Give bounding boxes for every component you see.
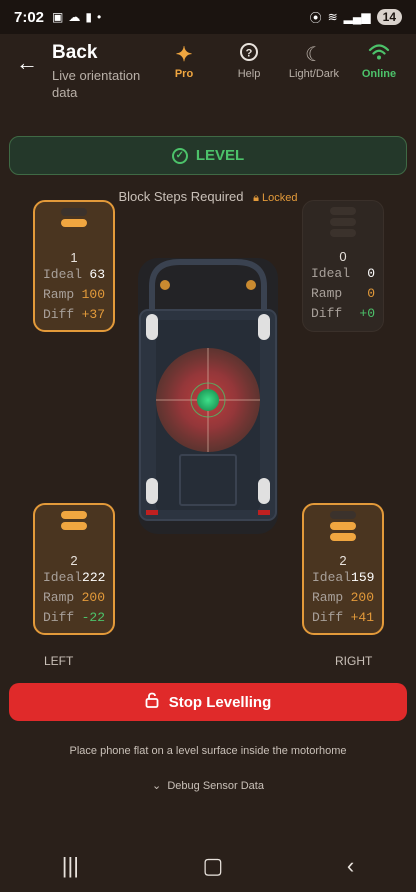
pro-label: Pro xyxy=(174,68,194,80)
app-header: ← Back Live orientation data ✦ Pro ? Hel… xyxy=(0,34,416,114)
system-icons: ⦿ ≋ ▂▄▆ 14 xyxy=(310,9,402,26)
block-stack xyxy=(303,205,383,247)
back-arrow-icon[interactable]: ← xyxy=(16,50,38,76)
diff-value: +41 xyxy=(350,610,374,625)
wheel-card-front-left[interactable]: 1 Ideal 63 Ramp 100 Diff +37 xyxy=(33,200,115,332)
block-steps-label: Block Steps Required xyxy=(118,189,244,204)
pro-button[interactable]: ✦ Pro xyxy=(149,42,219,80)
wheel-card-rear-right[interactable]: 2 Ideal 159 Ramp 200 Diff +41 xyxy=(302,503,384,635)
moon-icon: ☾ xyxy=(305,44,323,66)
diff-label: Diff xyxy=(43,307,75,322)
online-status-button[interactable]: Online xyxy=(344,42,414,80)
unlock-icon xyxy=(145,692,159,712)
cloud-icon: ☁ xyxy=(68,10,81,24)
recents-icon[interactable]: ||| xyxy=(62,853,79,879)
svg-text:?: ? xyxy=(246,48,253,60)
ramp-label: Ramp xyxy=(43,287,75,302)
block-stack xyxy=(304,509,382,551)
ideal-value: 222 xyxy=(82,570,106,585)
sparkle-icon: ✦ xyxy=(175,44,193,66)
ideal-label: Ideal xyxy=(312,570,352,585)
locked-badge[interactable]: 🔒︎ Locked xyxy=(253,192,297,204)
ramp-label: Ramp xyxy=(311,286,343,301)
chevron-down-icon: ⌄ xyxy=(152,780,162,792)
help-icon: ? xyxy=(214,42,284,68)
locked-label: Locked xyxy=(262,192,298,204)
theme-label: Light/Dark xyxy=(288,68,340,80)
dot-icon: • xyxy=(96,10,102,24)
ramp-value: 200 xyxy=(81,590,105,605)
ideal-value: 159 xyxy=(351,570,375,585)
battery-badge: 14 xyxy=(376,9,402,25)
wifi-icon xyxy=(344,42,414,68)
vehicle-diagram xyxy=(138,258,278,534)
page-title[interactable]: Back xyxy=(52,42,97,64)
notification-icons: ▣ ☁ ▮ • xyxy=(52,10,101,24)
diff-value: -22 xyxy=(81,610,105,625)
help-button[interactable]: ? Help xyxy=(214,42,284,80)
lock-icon: 🔒︎ xyxy=(253,192,259,204)
back-nav-icon[interactable]: ‹ xyxy=(347,853,354,879)
wifi-status-icon: ≋ xyxy=(327,10,338,24)
level-status-label: LEVEL xyxy=(195,147,245,164)
block-count: 0 xyxy=(339,249,347,264)
diff-label: Diff xyxy=(312,610,344,625)
right-side-label: RIGHT xyxy=(335,654,373,668)
status-bar: 7:02 ▣ ☁ ▮ • ⦿ ≋ ▂▄▆ 14 xyxy=(0,0,416,34)
block-stack xyxy=(35,509,113,551)
stop-levelling-button[interactable]: Stop Levelling xyxy=(9,683,407,721)
ideal-label: Ideal xyxy=(43,570,83,585)
ideal-label: Ideal xyxy=(311,266,351,281)
block-count: 2 xyxy=(70,553,78,568)
diff-value: +37 xyxy=(81,307,105,322)
system-nav-bar: ||| ▢ ‹ xyxy=(0,840,416,892)
ideal-value: 0 xyxy=(367,266,375,281)
ideal-value: 63 xyxy=(89,267,105,282)
ramp-label: Ramp xyxy=(43,590,75,605)
ramp-value: 200 xyxy=(350,590,374,605)
wheel-card-front-right[interactable]: 0 Ideal 0 Ramp 0 Diff +0 xyxy=(302,200,384,332)
ramp-value: 100 xyxy=(81,287,105,302)
ramp-label: Ramp xyxy=(312,590,344,605)
home-icon[interactable]: ▢ xyxy=(203,853,224,879)
help-label: Help xyxy=(237,68,261,80)
signal-icon: ▂▄▆ xyxy=(343,10,371,24)
debug-sensor-label: Debug Sensor Data xyxy=(167,780,264,792)
diff-value: +0 xyxy=(359,306,375,321)
clock: 7:02 xyxy=(14,8,45,26)
stop-levelling-label: Stop Levelling xyxy=(168,693,272,711)
online-label: Online xyxy=(361,68,397,80)
check-circle-icon: ✓ xyxy=(171,147,188,164)
screenshot-icon: ▣ xyxy=(52,10,64,24)
theme-toggle-button[interactable]: ☾ Light/Dark xyxy=(279,42,349,80)
page-subtitle: Live orientation data xyxy=(52,68,141,100)
save-icon: ▮ xyxy=(85,10,92,24)
block-count: 2 xyxy=(339,553,347,568)
location-icon: ⦿ xyxy=(309,10,322,25)
block-count: 1 xyxy=(70,250,78,265)
ramp-value: 0 xyxy=(367,286,375,301)
ideal-label: Ideal xyxy=(43,267,83,282)
level-status-banner: ✓ LEVEL xyxy=(9,136,407,175)
placement-hint: Place phone flat on a level surface insi… xyxy=(69,745,347,757)
block-stack xyxy=(35,206,113,248)
debug-sensor-toggle[interactable]: ⌄ Debug Sensor Data xyxy=(0,779,416,792)
wheel-card-rear-left[interactable]: 2 Ideal 222 Ramp 200 Diff -22 xyxy=(33,503,115,635)
diff-label: Diff xyxy=(311,306,343,321)
left-side-label: LEFT xyxy=(44,654,74,668)
diff-label: Diff xyxy=(43,610,75,625)
